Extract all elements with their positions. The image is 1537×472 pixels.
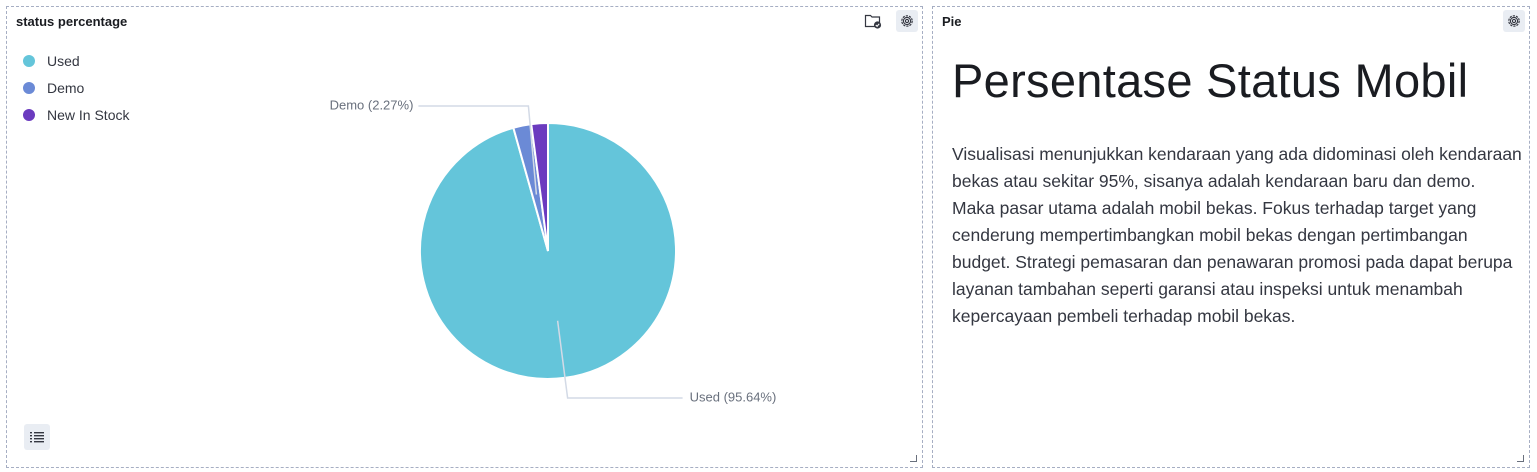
- list-icon[interactable]: [24, 424, 50, 450]
- pie-description-panel: Pie Persentase Status Mobil Visualisasi …: [932, 6, 1530, 468]
- panel-title: Pie: [942, 14, 962, 29]
- resize-handle-icon[interactable]: [910, 455, 917, 462]
- data-label: Used (95.64%): [690, 389, 777, 404]
- markdown-heading: Persentase Status Mobil: [952, 54, 1469, 107]
- status-percentage-panel: status percentage Used Demo New In Stock U…: [6, 6, 923, 468]
- gear-icon[interactable]: [1503, 10, 1525, 32]
- markdown-paragraph: Visualisasi menunjukkan kendaraan yang a…: [952, 144, 1522, 326]
- resize-handle-icon[interactable]: [1517, 455, 1524, 462]
- pie-chart: Used (95.64%) Demo (2.27%): [330, 97, 777, 404]
- data-label: Demo (2.27%): [330, 97, 414, 112]
